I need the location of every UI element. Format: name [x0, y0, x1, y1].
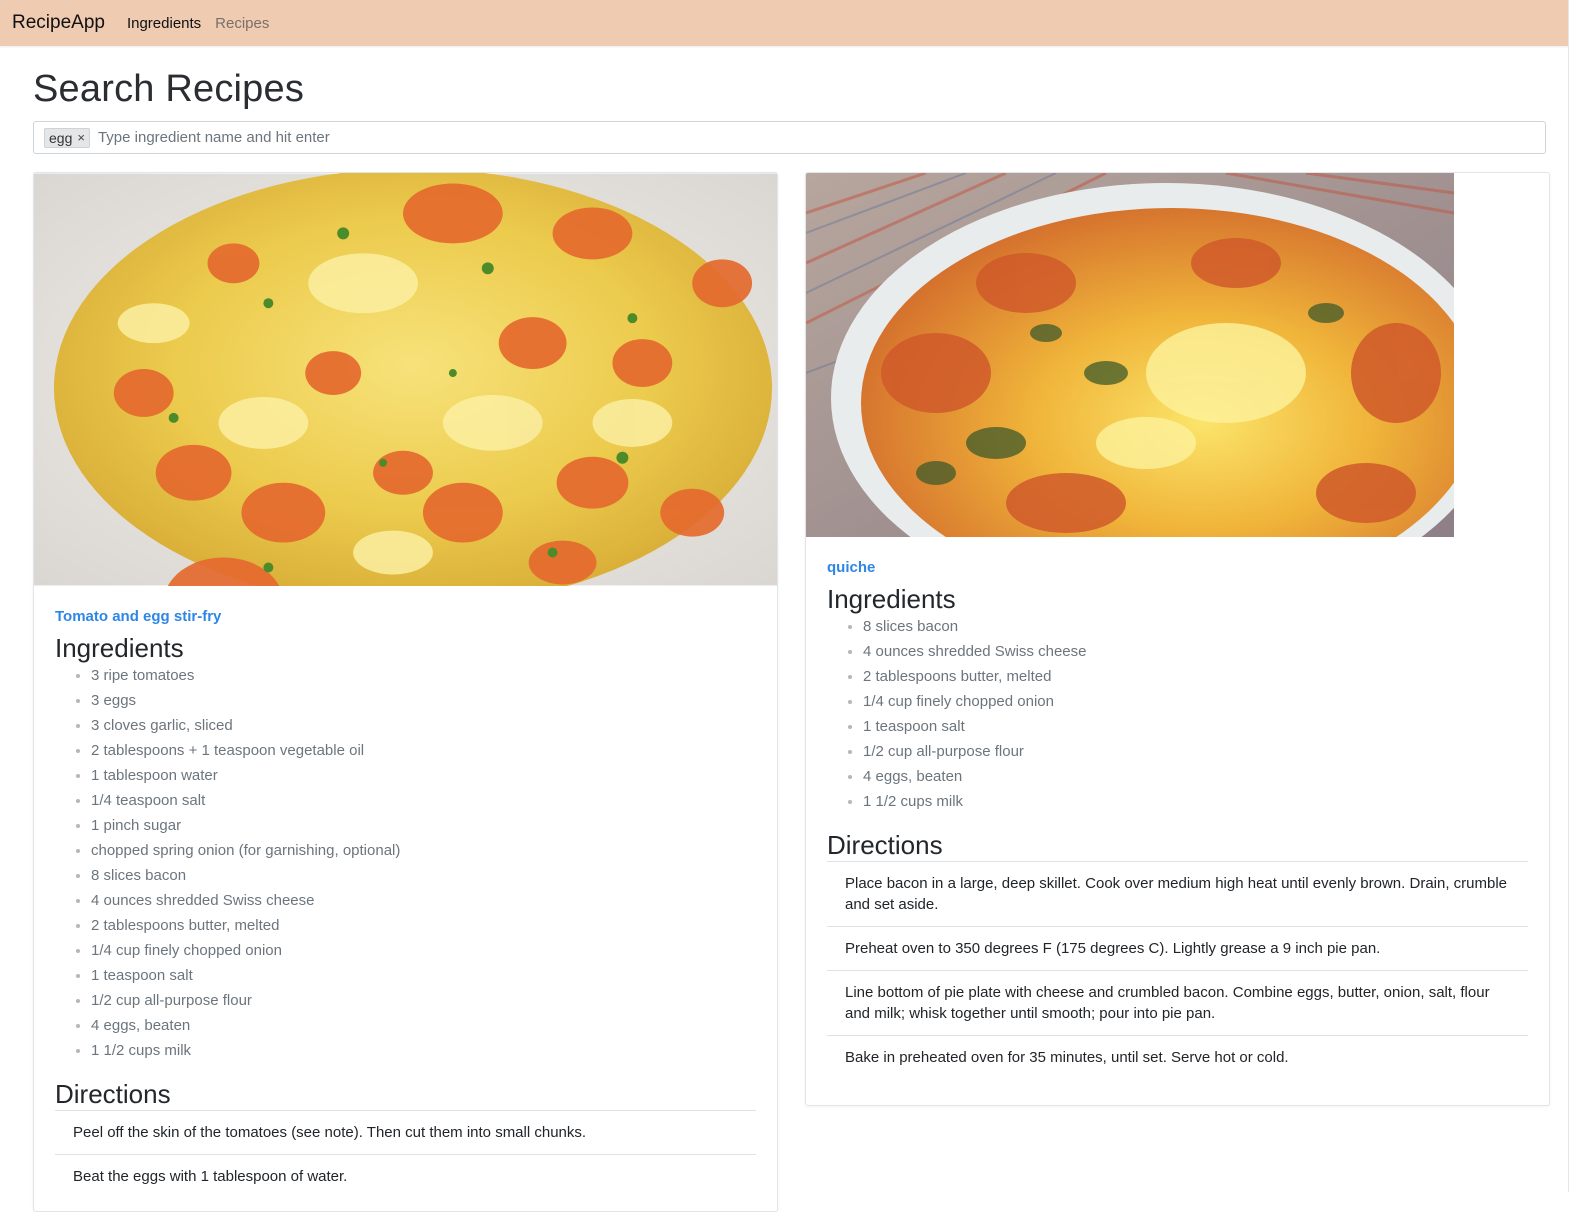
top-navbar: RecipeApp Ingredients Recipes: [0, 0, 1568, 46]
ingredient-tag: egg ×: [44, 127, 90, 148]
direction-step: Place bacon in a large, deep skillet. Co…: [827, 862, 1528, 927]
ingredient-item: chopped spring onion (for garnishing, op…: [91, 838, 756, 863]
ingredient-search-field[interactable]: [95, 128, 1535, 147]
ingredient-item: 2 tablespoons + 1 teaspoon vegetable oil: [91, 738, 756, 763]
recipe-card-grid: Tomato and egg stir-fry Ingredients 3 ri…: [33, 172, 1550, 1212]
brand-link[interactable]: RecipeApp: [12, 12, 105, 34]
ingredient-item: 2 tablespoons butter, melted: [863, 664, 1528, 689]
recipe-card-body: Tomato and egg stir-fry Ingredients 3 ri…: [34, 586, 777, 1198]
nav-ingredients-link[interactable]: Ingredients: [127, 15, 201, 32]
ingredient-item: 8 slices bacon: [91, 863, 756, 888]
ingredient-item: 1/4 cup finely chopped onion: [91, 938, 756, 963]
directions-list: Place bacon in a large, deep skillet. Co…: [827, 862, 1528, 1079]
ingredients-heading: Ingredients: [55, 633, 184, 663]
ingredient-item: 1 teaspoon salt: [863, 714, 1528, 739]
ingredient-item: 1 teaspoon salt: [91, 963, 756, 988]
page-title: Search Recipes: [33, 68, 305, 110]
recipe-title-link[interactable]: Tomato and egg stir-fry: [55, 608, 221, 625]
directions-list: Peel off the skin of the tomatoes (see n…: [55, 1111, 756, 1198]
ingredient-item: 1 tablespoon water: [91, 763, 756, 788]
nav-recipes-link[interactable]: Recipes: [215, 15, 269, 32]
recipe-image-tomato-egg: [34, 173, 777, 586]
ingredient-item: 4 ounces shredded Swiss cheese: [91, 888, 756, 913]
remove-tag-icon[interactable]: ×: [77, 130, 85, 145]
ingredient-item: 4 eggs, beaten: [91, 1013, 756, 1038]
recipe-card-body: quiche Ingredients 8 slices bacon 4 ounc…: [806, 537, 1549, 1079]
ingredients-list: 8 slices bacon 4 ounces shredded Swiss c…: [827, 614, 1528, 814]
ingredient-item: 1/2 cup all-purpose flour: [863, 739, 1528, 764]
direction-step: Peel off the skin of the tomatoes (see n…: [55, 1111, 756, 1155]
ingredient-item: 1 1/2 cups milk: [863, 789, 1528, 814]
direction-step: Bake in preheated oven for 35 minutes, u…: [845, 1049, 1289, 1066]
ingredient-item: 3 ripe tomatoes: [91, 663, 756, 688]
recipe-card: Tomato and egg stir-fry Ingredients 3 ri…: [33, 172, 778, 1212]
recipe-image-quiche: [806, 173, 1454, 537]
direction-step: Line bottom of pie plate with cheese and…: [827, 971, 1528, 1036]
ingredient-item: 8 slices bacon: [863, 614, 1528, 639]
directions-heading: Directions: [55, 1079, 756, 1111]
ingredient-tag-input[interactable]: egg ×: [33, 121, 1546, 154]
recipe-title-link[interactable]: quiche: [827, 559, 875, 576]
ingredient-item: 3 eggs: [91, 688, 756, 713]
ingredient-item: 1 pinch sugar: [91, 813, 756, 838]
ingredient-item: 4 eggs, beaten: [863, 764, 1528, 789]
ingredients-list: 3 ripe tomatoes 3 eggs 3 cloves garlic, …: [55, 663, 756, 1063]
directions-heading: Directions: [827, 830, 1528, 862]
ingredient-item: 1/4 cup finely chopped onion: [863, 689, 1528, 714]
ingredient-item: 1 1/2 cups milk: [91, 1038, 756, 1063]
recipe-card: quiche Ingredients 8 slices bacon 4 ounc…: [805, 172, 1550, 1106]
ingredient-item: 1/4 teaspoon salt: [91, 788, 756, 813]
ingredient-item: 4 ounces shredded Swiss cheese: [863, 639, 1528, 664]
ingredients-heading: Ingredients: [827, 584, 956, 614]
scrollbar-gutter[interactable]: [1568, 0, 1590, 1192]
ingredient-item: 3 cloves garlic, sliced: [91, 713, 756, 738]
ingredient-tag-label: egg: [49, 129, 73, 146]
ingredient-item: 2 tablespoons butter, melted: [91, 913, 756, 938]
direction-step: Preheat oven to 350 degrees F (175 degre…: [827, 927, 1528, 971]
ingredient-item: 1/2 cup all-purpose flour: [91, 988, 756, 1013]
main-container: Search Recipes egg × Type ingredient nam…: [0, 46, 1568, 1212]
